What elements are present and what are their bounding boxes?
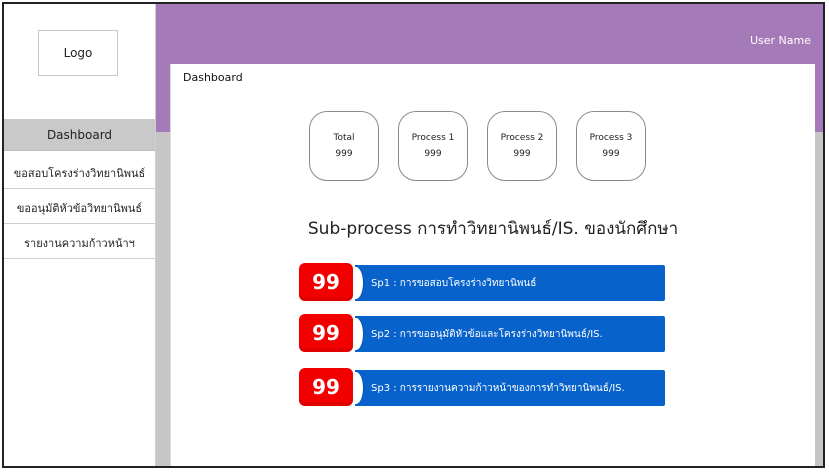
subprocess-count-badge: 99 xyxy=(299,263,353,301)
stat-card-value: 999 xyxy=(513,149,531,159)
subprocess-row-sp3[interactable]: 99 Sp3 : การรายงานความก้าวหน้าของการทำวิ… xyxy=(299,368,665,408)
sidebar-item-dashboard[interactable]: Dashboard xyxy=(4,119,155,151)
dashboard-panel: Dashboard Total 999 Process 1 999 Proces… xyxy=(170,64,815,466)
stat-card-process-1[interactable]: Process 1 999 xyxy=(398,111,468,181)
user-name-menu[interactable]: User Name xyxy=(750,34,811,47)
subprocess-count-badge: 99 xyxy=(299,314,353,352)
stat-card-value: 999 xyxy=(335,149,353,159)
logo: Logo xyxy=(38,30,118,76)
stat-card-total[interactable]: Total 999 xyxy=(309,111,379,181)
sidebar-item-label: ขอสอบโครงร่างวิทยานิพนธ์ xyxy=(13,166,146,180)
stat-card-label: Process 2 xyxy=(500,133,544,143)
stat-card-process-2[interactable]: Process 2 999 xyxy=(487,111,557,181)
stat-card-process-3[interactable]: Process 3 999 xyxy=(576,111,646,181)
subprocess-label: Sp1 : การขอสอบโครงร่างวิทยานิพนธ์ xyxy=(371,278,537,289)
sidebar-item-label: Dashboard xyxy=(46,127,113,142)
stat-card-label: Process 3 xyxy=(589,133,633,143)
subprocess-label: Sp2 : การขออนุมัติหัวข้อและโครงร่างวิทยา… xyxy=(371,329,603,340)
page-title: Dashboard xyxy=(183,71,243,84)
subprocess-label: Sp3 : การรายงานความก้าวหน้าของการทำวิทยา… xyxy=(371,383,625,394)
section-title: Sub-process การทำวิทยานิพนธ์/IS. ของนักศ… xyxy=(307,219,679,239)
subprocess-row-sp1[interactable]: 99 Sp1 : การขอสอบโครงร่างวิทยานิพนธ์ xyxy=(299,263,665,303)
stat-card-label: Total xyxy=(333,133,355,143)
stat-card-label: Process 1 xyxy=(411,133,455,143)
sidebar-item-label: ขออนุมัติหัวข้อวิทยานิพนธ์ xyxy=(16,201,143,215)
sidebar-item-progress-report[interactable]: รายงานความก้าวหน้าฯ xyxy=(4,227,155,259)
subprocess-count-badge: 99 xyxy=(299,368,353,406)
sidebar-item-proposal-exam[interactable]: ขอสอบโครงร่างวิทยานิพนธ์ xyxy=(4,157,155,189)
stat-card-value: 999 xyxy=(602,149,620,159)
sidebar-item-topic-approval[interactable]: ขออนุมัติหัวข้อวิทยานิพนธ์ xyxy=(4,192,155,224)
stat-card-value: 999 xyxy=(424,149,442,159)
app-window: User Name Logo Dashboard ขอสอบโครงร่างวิ… xyxy=(2,2,825,468)
subprocess-row-sp2[interactable]: 99 Sp2 : การขออนุมัติหัวข้อและโครงร่างวิ… xyxy=(299,314,665,354)
sidebar: Logo Dashboard ขอสอบโครงร่างวิทยานิพนธ์ … xyxy=(4,4,156,466)
sidebar-item-label: รายงานความก้าวหน้าฯ xyxy=(24,236,135,250)
